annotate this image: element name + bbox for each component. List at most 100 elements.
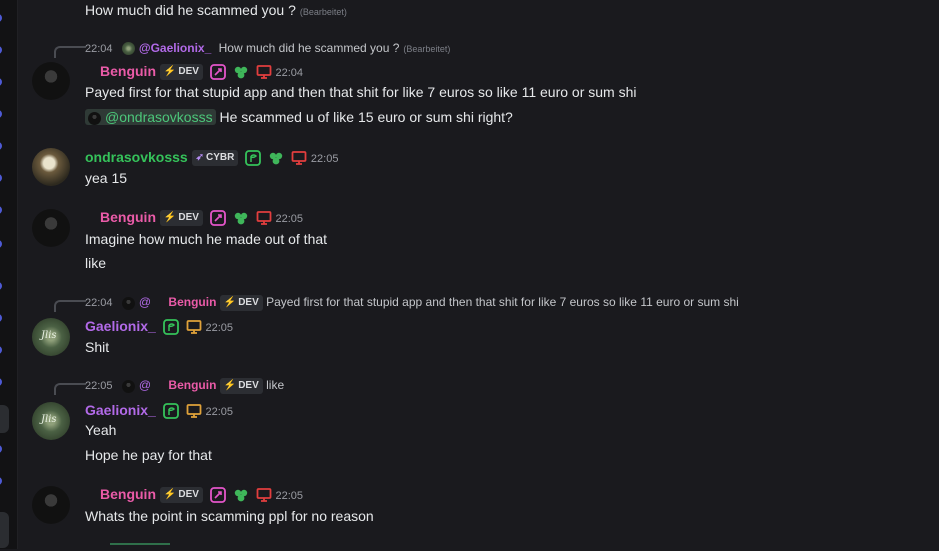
message-content: @ondrasovkosss He scammed u of like 15 e… [85,109,513,125]
unread-indicator [0,14,2,22]
leaf-icon[interactable] [268,150,284,166]
message-text: Shit [85,339,110,355]
reply-avatar [121,379,135,393]
selected-server-pill[interactable] [0,405,9,433]
message-header: Benguin ⚡ DEV 22:05 [100,486,303,504]
reply-at: @ [138,378,152,393]
leaf-icon[interactable] [233,487,249,503]
reply-timestamp: 22:04 [85,297,113,310]
edited-label: (Bearbeitet) [299,7,347,17]
unread-indicator [0,110,2,118]
rocket-icon[interactable] [209,210,226,227]
reply-spine [54,383,86,395]
edited-label: (Bearbeitet) [403,44,451,54]
reply-preview[interactable]: 22:04 @Gaelionix_ How much did he scamme… [85,41,451,56]
author-name[interactable]: Benguin [100,209,156,225]
unread-indicator [0,206,2,214]
unread-indicator [0,445,2,453]
role-tag[interactable]: ⚡ DEV [159,64,203,81]
avatar[interactable] [32,486,70,524]
reply-author[interactable]: @Gaelionix_ [139,41,211,55]
unread-indicator [0,477,2,485]
message-text: How much did he scammed you ? [85,2,296,18]
monitor-icon[interactable] [291,150,307,166]
author-name[interactable]: ondrasovkosss [85,149,188,165]
message-timestamp[interactable]: 22:05 [275,490,303,502]
message-timestamp[interactable]: 22:05 [205,322,233,334]
avatar[interactable] [32,209,70,247]
lightning-icon: ⚡ [163,66,177,78]
message-timestamp[interactable]: 22:05 [311,153,339,165]
avatar[interactable] [32,148,70,186]
reply-spine [54,300,86,312]
message-text: Yeah [85,422,117,438]
avatar[interactable]: Jlis [32,402,70,440]
message-text: He scammed u of like 15 euro or sum shi … [219,109,513,125]
reply-timestamp: 22:05 [85,380,113,393]
unread-indicator [0,78,2,86]
leaf-icon[interactable] [233,210,249,226]
message-text: Whats the point in scamming ppl for no r… [85,508,374,524]
message-text: yea 15 [85,170,128,186]
rocket-icon[interactable] [209,64,226,81]
message-header: Gaelionix_ 22:05 [85,318,233,336]
unread-indicator [0,282,2,290]
role-tag[interactable]: ⚡ DEV [159,487,203,504]
reply-avatar [121,42,135,56]
role-tag[interactable]: ⚡ DEV [159,210,203,227]
sprout-badge-icon[interactable] [162,403,179,420]
reply-author[interactable]: Benguin [168,295,216,309]
sprout-badge-icon[interactable] [162,319,179,336]
unread-indicator [0,240,2,248]
mention-avatar [88,111,101,125]
reply-at: @ [138,295,152,310]
message-text: Imagine how much he made out of that [85,231,328,247]
lightning-icon: ⚡ [223,380,237,391]
author-name[interactable]: Gaelionix_ [85,318,156,334]
monitor-icon[interactable] [256,487,272,503]
message-timestamp[interactable]: 22:04 [275,67,303,79]
author-name[interactable]: Benguin [100,486,156,502]
message-timestamp[interactable]: 22:05 [205,406,233,418]
author-name[interactable]: Gaelionix_ [85,402,156,418]
lightning-icon: ⚡ [223,297,237,308]
avatar[interactable]: Jlis [32,318,70,356]
message-header: ondrasovkosss ➶ CYBR 22:05 [85,149,339,167]
reply-text: like [266,378,285,393]
monitor-icon[interactable] [186,319,202,335]
avatar[interactable] [32,62,70,100]
role-tag: ⚡ DEV [219,295,263,311]
unread-indicator [0,314,2,322]
role-tag: ⚡ DEV [219,378,263,394]
lightning-icon: ⚡ [163,212,177,224]
reply-timestamp: 22:04 [85,43,113,55]
message-header: Benguin ⚡ DEV 22:04 [100,63,303,81]
reply-preview[interactable]: 22:04 @ Benguin ⚡ DEV Payed first for tha… [85,295,739,311]
message-content: How much did he scammed you ? (Bearbeitet… [85,2,347,18]
reply-author[interactable]: Benguin [168,378,216,392]
server-sidebar [0,0,18,549]
role-tag[interactable]: ➶ CYBR [191,150,239,167]
author-name[interactable]: Benguin [100,63,156,79]
message-list: How much did he scammed you ? (Bearbeitet… [18,0,939,549]
monitor-icon[interactable] [186,403,202,419]
rocket-icon: ➶ [195,152,204,164]
monitor-icon[interactable] [256,64,272,80]
leaf-icon[interactable] [233,64,249,80]
unread-indicator [0,142,2,150]
reply-text: How much did he scammed you ? [218,41,400,55]
message-text: Payed first for that stupid app and then… [85,84,637,100]
monitor-icon[interactable] [256,210,272,226]
reply-avatar [121,296,135,310]
unread-indicator [0,378,2,386]
message-text: Hope he pay for that [85,447,212,463]
reply-text: Payed first for that stupid app and then… [266,295,739,310]
reply-preview[interactable]: 22:05 @ Benguin ⚡ DEV like [85,378,284,394]
server-icon-partial[interactable] [0,512,9,548]
unread-indicator [0,46,2,54]
user-mention[interactable]: @ondrasovkosss [85,109,216,125]
message-text: like [85,255,107,271]
message-timestamp[interactable]: 22:05 [275,213,303,225]
sprout-badge-icon[interactable] [245,150,262,167]
rocket-icon[interactable] [209,487,226,504]
